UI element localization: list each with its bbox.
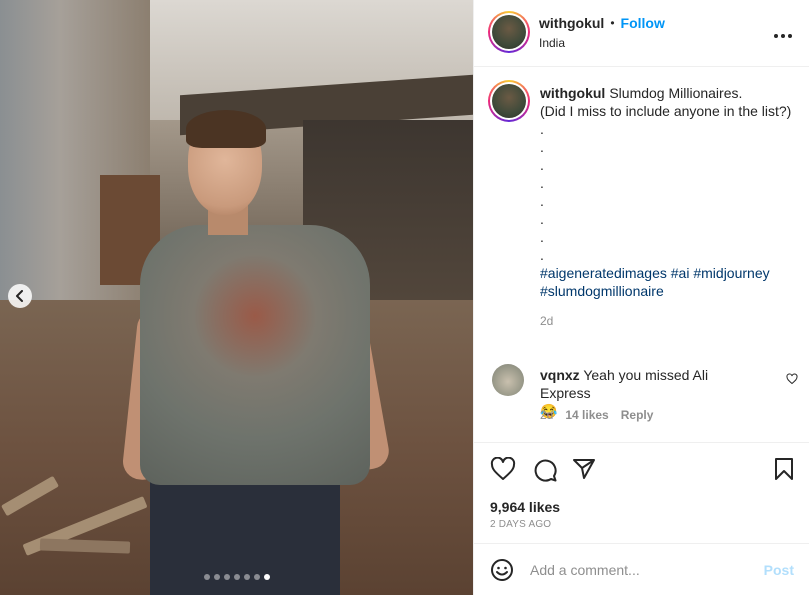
hashtag-link[interactable]: #ai bbox=[671, 265, 690, 281]
carousel-dot bbox=[213, 574, 220, 580]
author-avatar[interactable] bbox=[488, 11, 530, 53]
comment-meta: 2d 14 likes Reply bbox=[540, 408, 653, 422]
heart-icon bbox=[490, 456, 516, 480]
hashtag-link[interactable]: #midjourney bbox=[693, 265, 769, 281]
hashtag-link[interactable]: #aigeneratedimages bbox=[540, 265, 667, 281]
post-caption: withgokul Slumdog Millionaires. (Did I mi… bbox=[540, 84, 795, 330]
caption-username[interactable]: withgokul bbox=[540, 85, 605, 101]
post-location[interactable]: India bbox=[539, 36, 565, 50]
comment-like-button[interactable] bbox=[786, 372, 798, 390]
like-button[interactable] bbox=[490, 456, 516, 486]
caption-dot: . bbox=[540, 157, 544, 173]
post-comment-button[interactable]: Post bbox=[764, 562, 794, 578]
save-button[interactable] bbox=[774, 457, 794, 486]
person-hair bbox=[186, 110, 266, 148]
caption-dot: . bbox=[540, 247, 544, 263]
caption-line2: (Did I miss to include anyone in the lis… bbox=[540, 103, 792, 119]
carousel-dot bbox=[223, 574, 230, 580]
bookmark-icon bbox=[775, 458, 793, 480]
commenter-avatar[interactable] bbox=[492, 364, 524, 396]
comment-time[interactable]: 2d bbox=[540, 408, 553, 422]
more-options-button[interactable] bbox=[774, 22, 792, 43]
comment-likes[interactable]: 14 likes bbox=[565, 408, 608, 422]
post-header: withgokul • Follow India bbox=[474, 0, 809, 67]
caption-dot: . bbox=[540, 175, 544, 191]
chevron-left-icon bbox=[16, 290, 23, 302]
image-person bbox=[121, 110, 392, 595]
post-actions: 9,964 likes 2 DAYS AGO bbox=[474, 442, 809, 547]
carousel-prev-button[interactable] bbox=[8, 284, 32, 308]
comment-icon bbox=[534, 459, 557, 482]
caption-dot: . bbox=[540, 229, 544, 245]
caption-avatar[interactable] bbox=[488, 80, 530, 122]
follow-button[interactable]: Follow bbox=[621, 15, 665, 31]
carousel-dot-active bbox=[263, 574, 270, 580]
post-date: 2 DAYS AGO bbox=[490, 519, 552, 530]
heart-icon bbox=[786, 373, 798, 385]
emoji-button[interactable] bbox=[490, 558, 514, 587]
image-wall bbox=[0, 0, 160, 310]
comment-reply-button[interactable]: Reply bbox=[621, 408, 654, 422]
comment-button[interactable] bbox=[532, 457, 557, 487]
person-shirt bbox=[140, 225, 370, 485]
carousel-dot bbox=[253, 574, 260, 580]
post-image[interactable] bbox=[0, 0, 473, 595]
carousel-dot bbox=[203, 574, 210, 580]
caption-dot: . bbox=[540, 193, 544, 209]
separator-dot: • bbox=[610, 16, 615, 30]
caption-hashtags: #aigeneratedimages #ai #midjourney #slum… bbox=[540, 264, 795, 300]
commenter-username[interactable]: vqnxz bbox=[540, 367, 580, 383]
carousel-dot bbox=[243, 574, 250, 580]
caption-dot: . bbox=[540, 211, 544, 227]
caption-time[interactable]: 2d bbox=[540, 312, 795, 330]
share-icon bbox=[573, 459, 595, 479]
likes-count[interactable]: 9,964 likes bbox=[490, 499, 560, 515]
author-username[interactable]: withgokul bbox=[539, 15, 604, 31]
add-comment-bar: Post bbox=[474, 543, 809, 595]
caption-dot: . bbox=[540, 121, 544, 137]
carousel-dot bbox=[233, 574, 240, 580]
more-icon bbox=[774, 34, 792, 38]
comment-input[interactable] bbox=[530, 558, 750, 582]
post-sidebar: withgokul • Follow India withgokul Slumdo… bbox=[473, 0, 809, 595]
hashtag-link[interactable]: #slumdogmillionaire bbox=[540, 283, 664, 299]
emoji-icon bbox=[491, 559, 513, 581]
caption-dot: . bbox=[540, 139, 544, 155]
carousel-dots bbox=[0, 574, 473, 580]
share-button[interactable] bbox=[572, 457, 596, 486]
caption-text: Slumdog Millionaires. bbox=[609, 85, 743, 101]
